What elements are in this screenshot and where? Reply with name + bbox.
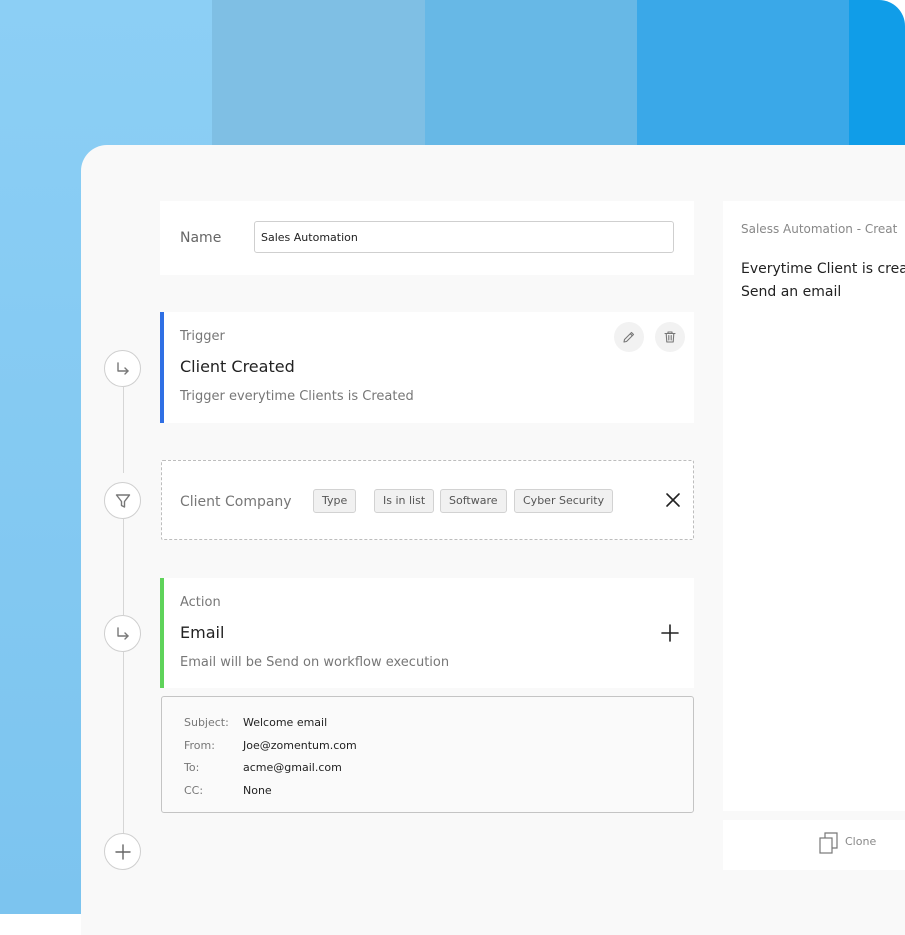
action-section-label: Action (180, 595, 221, 610)
clone-bar: Clone (723, 820, 905, 870)
trigger-card[interactable]: Trigger Client Created Trigger everytime… (160, 312, 694, 423)
filter-field-label: Client Company (180, 494, 292, 510)
add-step-button[interactable] (104, 833, 141, 870)
close-icon[interactable] (665, 492, 681, 508)
action-description: Email will be Send on workflow execution (180, 655, 450, 670)
filter-icon (104, 482, 141, 519)
clone-button[interactable] (819, 832, 841, 854)
edit-icon (623, 331, 635, 343)
summary-preview: Saless Automation - Creat Everytime Clie… (723, 201, 905, 811)
filter-chip-type[interactable]: Type (313, 489, 357, 513)
name-panel: Name (160, 201, 694, 275)
trigger-title: Client Created (180, 357, 295, 376)
preview-title: Saless Automation - Creat (741, 222, 898, 236)
email-to-value: acme@gmail.com (243, 761, 342, 774)
preview-line: Everytime Client is crea (741, 261, 905, 277)
action-node-icon (104, 615, 141, 652)
copy-icon (819, 832, 838, 854)
trash-icon (664, 331, 676, 343)
trigger-section-label: Trigger (180, 329, 225, 344)
email-cc-label: CC: (184, 784, 204, 797)
email-from-label: From: (184, 739, 215, 752)
filter-condition-card[interactable]: Client Company Type Is in list Software … (161, 460, 694, 540)
filter-chip-operator[interactable]: Is in list (374, 489, 435, 513)
name-input[interactable] (254, 221, 674, 253)
name-label: Name (180, 230, 222, 246)
email-subject-label: Subject: (184, 716, 229, 729)
timeline-connector (123, 652, 124, 834)
plus-icon[interactable] (661, 624, 679, 642)
trigger-node-icon (104, 350, 141, 387)
email-to-label: To: (184, 761, 200, 774)
timeline-connector (123, 387, 124, 473)
delete-trigger-button[interactable] (655, 322, 685, 352)
email-from-value: Joe@zomentum.com (243, 739, 357, 752)
trigger-description: Trigger everytime Clients is Created (180, 389, 414, 404)
plus-icon (114, 843, 131, 860)
edit-trigger-button[interactable] (614, 322, 644, 352)
email-subject-value: Welcome email (243, 716, 328, 729)
action-title: Email (180, 623, 225, 642)
email-cc-value: None (243, 784, 272, 797)
filter-chip-value[interactable]: Software (440, 489, 507, 513)
filter-chip-value[interactable]: Cyber Security (514, 489, 614, 513)
action-card[interactable]: Action Email Email will be Send on workf… (160, 578, 694, 688)
clone-label[interactable]: Clone (845, 835, 876, 848)
preview-line: Send an email (741, 284, 842, 300)
timeline-connector (123, 519, 124, 615)
email-details: Subject: Welcome email From: Joe@zomentu… (161, 696, 694, 813)
